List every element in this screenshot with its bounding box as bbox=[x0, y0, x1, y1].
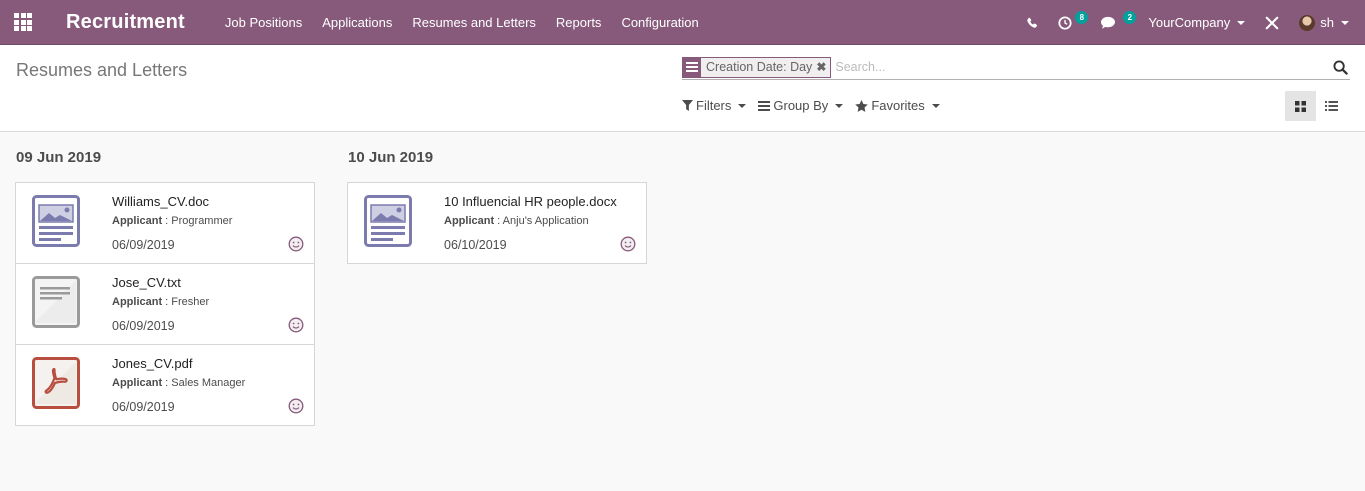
navbar-systray: 8 2 YourCompany sh bbox=[1016, 0, 1365, 45]
applicant-field: Applicant : Programmer bbox=[112, 215, 232, 227]
smiley-icon[interactable] bbox=[288, 398, 304, 414]
search-facet[interactable]: Creation Date: Day ✖ bbox=[682, 56, 832, 78]
smiley-icon[interactable] bbox=[288, 317, 304, 333]
chevron-down-icon bbox=[931, 103, 940, 108]
kanban-icon bbox=[1295, 100, 1306, 112]
group-by-facet-icon bbox=[683, 57, 701, 77]
apps-menu-icon[interactable] bbox=[0, 0, 46, 45]
applicant-label: Applicant bbox=[112, 377, 163, 389]
image-doc-icon bbox=[32, 195, 80, 247]
view-switcher bbox=[1285, 91, 1347, 121]
pdf-icon bbox=[32, 357, 80, 409]
menu-reports[interactable]: Reports bbox=[546, 0, 612, 45]
group-by-dropdown[interactable]: Group By bbox=[758, 98, 844, 113]
phone-icon bbox=[1027, 17, 1038, 28]
applicant-value: : Fresher bbox=[162, 296, 210, 308]
attachment-card[interactable]: Jose_CV.txt Applicant : Fresher 06/09/20… bbox=[15, 263, 315, 345]
search-bar: Creation Date: Day ✖ bbox=[682, 55, 1350, 80]
menu-configuration[interactable]: Configuration bbox=[611, 0, 708, 45]
company-name: YourCompany bbox=[1148, 15, 1231, 30]
chat-icon bbox=[1101, 16, 1116, 29]
attachment-card[interactable]: Jones_CV.pdf Applicant : Sales Manager 0… bbox=[15, 344, 315, 426]
attachment-date: 06/09/2019 bbox=[112, 238, 175, 252]
applicant-field: Applicant : Anju's Application bbox=[444, 215, 589, 227]
applicant-field: Applicant : Fresher bbox=[112, 296, 209, 308]
attachment-name: 10 Influencial HR people.docx bbox=[444, 194, 617, 209]
search-options: Filters Group By Favorites bbox=[682, 98, 952, 113]
list-icon bbox=[758, 100, 771, 111]
filters-label: Filters bbox=[696, 98, 732, 113]
facet-label: Creation Date: Day bbox=[701, 57, 817, 77]
phone-button[interactable] bbox=[1016, 0, 1048, 45]
attachment-card[interactable]: 10 Influencial HR people.docx Applicant … bbox=[347, 182, 647, 264]
messages-badge: 2 bbox=[1123, 11, 1137, 24]
activities-badge: 8 bbox=[1075, 11, 1089, 24]
group-by-label: Group By bbox=[773, 98, 829, 113]
user-menu[interactable]: sh bbox=[1289, 0, 1365, 45]
text-doc-icon bbox=[32, 276, 80, 328]
main-menu: Job Positions Applications Resumes and L… bbox=[215, 0, 709, 45]
attachment-date: 06/09/2019 bbox=[112, 319, 175, 333]
search-input[interactable] bbox=[835, 56, 1330, 78]
avatar bbox=[1299, 14, 1316, 31]
messages-button[interactable]: 2 bbox=[1090, 0, 1138, 45]
menu-applications[interactable]: Applications bbox=[312, 0, 402, 45]
search-icon bbox=[1332, 59, 1348, 75]
kanban-view-button[interactable] bbox=[1285, 91, 1316, 121]
list-view-button[interactable] bbox=[1316, 91, 1347, 121]
close-icon[interactable]: ✖ bbox=[816, 57, 831, 77]
attachment-date: 06/09/2019 bbox=[112, 400, 175, 414]
smiley-icon[interactable] bbox=[620, 236, 636, 252]
favorites-label: Favorites bbox=[871, 98, 925, 113]
company-switcher[interactable]: YourCompany bbox=[1138, 0, 1255, 45]
top-navbar: Recruitment Job Positions Applications R… bbox=[0, 0, 1365, 45]
chevron-down-icon bbox=[835, 103, 844, 108]
applicant-value: : Programmer bbox=[162, 215, 233, 227]
activities-button[interactable]: 8 bbox=[1048, 0, 1090, 45]
chevron-down-icon bbox=[1237, 20, 1246, 25]
applicant-value: : Sales Manager bbox=[162, 377, 246, 389]
search-button[interactable] bbox=[1330, 57, 1350, 77]
filter-icon bbox=[682, 100, 693, 111]
applicant-label: Applicant bbox=[112, 296, 163, 308]
applicant-value: : Anju's Application bbox=[494, 215, 589, 227]
tools-icon bbox=[1265, 16, 1279, 29]
attachment-name: Williams_CV.doc bbox=[112, 194, 210, 209]
column-title: 09 Jun 2019 bbox=[16, 149, 102, 166]
control-panel: Resumes and Letters Creation Date: Day ✖… bbox=[0, 45, 1365, 132]
menu-resumes-and-letters[interactable]: Resumes and Letters bbox=[402, 0, 546, 45]
breadcrumb: Resumes and Letters bbox=[16, 60, 188, 80]
applicant-label: Applicant bbox=[444, 215, 495, 227]
filters-dropdown[interactable]: Filters bbox=[682, 98, 747, 113]
debug-tools-button[interactable] bbox=[1255, 0, 1289, 45]
attachment-date: 06/10/2019 bbox=[444, 238, 507, 252]
applicant-field: Applicant : Sales Manager bbox=[112, 377, 245, 389]
app-brand[interactable]: Recruitment bbox=[66, 11, 185, 34]
smiley-icon[interactable] bbox=[288, 236, 304, 252]
image-doc-icon bbox=[364, 195, 412, 247]
attachment-card[interactable]: Williams_CV.doc Applicant : Programmer 0… bbox=[15, 182, 315, 264]
list-icon bbox=[1325, 101, 1338, 111]
menu-job-positions[interactable]: Job Positions bbox=[215, 0, 312, 45]
user-name: sh bbox=[1320, 15, 1334, 30]
attachment-name: Jose_CV.txt bbox=[112, 275, 181, 290]
attachment-name: Jones_CV.pdf bbox=[112, 356, 193, 371]
star-icon bbox=[855, 99, 869, 112]
chevron-down-icon bbox=[738, 103, 747, 108]
column-title: 10 Jun 2019 bbox=[348, 149, 434, 166]
applicant-label: Applicant bbox=[112, 215, 163, 227]
favorites-dropdown[interactable]: Favorites bbox=[855, 98, 940, 113]
chevron-down-icon bbox=[1341, 20, 1349, 25]
clock-icon bbox=[1058, 15, 1072, 30]
